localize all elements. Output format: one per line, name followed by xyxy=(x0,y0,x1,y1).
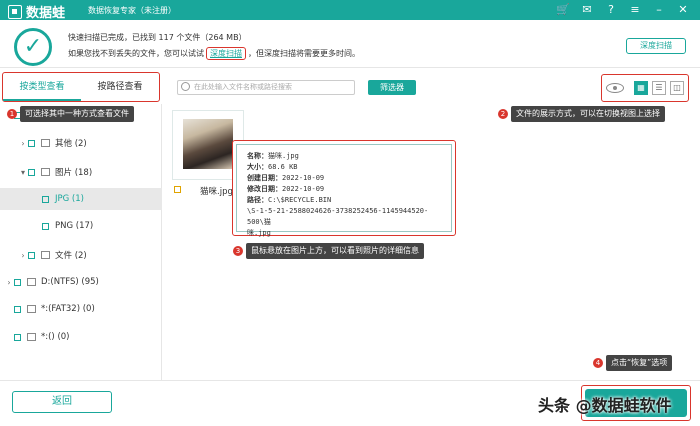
expand-toggle-icon[interactable]: › xyxy=(18,251,28,260)
info-path-line2: \S-1-5-21-2588024626-3738252456-11459445… xyxy=(247,207,429,226)
info-modified-label: 修改日期： xyxy=(247,185,282,193)
list-view-icon[interactable]: ☰ xyxy=(652,81,666,95)
tree-item[interactable]: › 其他 (2) xyxy=(0,132,162,154)
step-badge-3: 3 xyxy=(233,246,243,256)
tree-item-label: 文件 (2) xyxy=(55,251,87,261)
detail-view-icon[interactable]: ◫ xyxy=(670,81,684,95)
file-info-content: 名称：猫咪.jpg 大小：68.6 KB 创建日期：2022-10-09 修改日… xyxy=(236,144,452,237)
folder-icon xyxy=(41,139,50,147)
tree-item[interactable]: ▾ 图片 (18) xyxy=(0,161,162,183)
tree-item[interactable]: *:(FAT32) (0) xyxy=(0,298,162,320)
tree-checkbox[interactable] xyxy=(14,305,21,313)
app-name: 数据蛙 xyxy=(26,6,66,21)
info-path-label: 路径： xyxy=(247,196,268,204)
step-badge-1: 1 xyxy=(7,109,17,119)
tree-checkbox[interactable] xyxy=(14,278,21,286)
tree-item[interactable]: › D:(NTFS) (95) xyxy=(0,271,162,293)
view-tabs: 按类型查看 按路径查看 xyxy=(2,72,160,102)
search-input[interactable]: 在此处输入文件名称或路径搜索 xyxy=(177,80,355,95)
info-path-line3: 咪.jpg xyxy=(247,229,271,237)
tree-item[interactable]: JPG (1) xyxy=(0,188,162,210)
cart-icon[interactable]: 🛒 xyxy=(556,3,570,16)
tree-item[interactable]: › 文件 (2) xyxy=(0,244,162,266)
info-created-label: 创建日期： xyxy=(247,174,282,182)
file-checkbox[interactable] xyxy=(174,186,181,193)
expand-toggle-icon[interactable]: › xyxy=(18,139,28,148)
tree-item[interactable]: *:() (0) xyxy=(0,326,162,348)
info-size-label: 大小： xyxy=(247,163,268,171)
back-button[interactable]: 返回 xyxy=(12,391,112,413)
drive-icon xyxy=(27,305,36,313)
tree-item-label: 其他 (2) xyxy=(55,139,87,149)
search-icon xyxy=(181,82,190,91)
expand-toggle-icon[interactable]: ▾ xyxy=(18,168,28,177)
callout-recover: 点击“恢复”选项 xyxy=(606,355,673,371)
tree-checkbox[interactable] xyxy=(28,168,35,176)
tree-checkbox[interactable] xyxy=(28,139,35,147)
tree-item[interactable]: PNG (17) xyxy=(0,215,162,237)
drive-icon xyxy=(27,333,36,341)
info-path-line1: C:\$RECYCLE.BIN xyxy=(268,196,332,204)
tree-item-label: *:(FAT32) (0) xyxy=(41,304,95,314)
scan-hint-suffix: ，但深度扫描将需要更多时间。 xyxy=(248,49,360,58)
filter-button[interactable]: 筛选器 xyxy=(368,80,416,95)
scan-hint: 如果您找不到丢失的文件，您可以试试 深度扫描 ，但深度扫描将需要更多时间。 xyxy=(68,47,360,60)
logo-icon xyxy=(8,4,22,19)
info-name-value: 猫咪.jpg xyxy=(268,152,299,160)
info-name-label: 名称： xyxy=(247,152,268,160)
deep-scan-link[interactable]: 深度扫描 xyxy=(206,47,246,60)
view-mode-switcher: ▦ ☰ ◫ xyxy=(601,74,689,102)
info-created-row: 创建日期：2022-10-09 xyxy=(247,173,441,184)
info-size-value: 68.6 KB xyxy=(268,163,298,171)
drive-icon xyxy=(27,278,36,286)
app-subtitle: 数据恢复专家（未注册） xyxy=(88,6,176,15)
tree-checkbox[interactable] xyxy=(28,251,35,259)
callout-view-mode: 文件的展示方式，可以在切换视图上选择 xyxy=(511,106,665,122)
callout-tooltip: 鼠标悬放在图片上方，可以看到照片的详细信息 xyxy=(246,243,424,259)
cat-photo-image xyxy=(183,119,233,169)
info-path-row: 路径：C:\$RECYCLE.BIN xyxy=(247,195,441,206)
check-icon: ✓ xyxy=(14,28,52,66)
file-info-tooltip: 名称：猫咪.jpg 大小：68.6 KB 创建日期：2022-10-09 修改日… xyxy=(232,140,456,237)
tree-item-label: D:(NTFS) (95) xyxy=(41,277,99,287)
step-badge-4: 4 xyxy=(593,358,603,368)
expand-toggle-icon[interactable]: › xyxy=(4,278,14,287)
tree-item-label: JPG (1) xyxy=(55,194,84,204)
callout-view-tabs: 可选择其中一种方式查看文件 xyxy=(20,106,134,122)
scan-result-text: 快速扫描已完成，已找到 117 个文件（264 MB） xyxy=(68,33,247,42)
close-icon[interactable]: ✕ xyxy=(676,3,690,16)
minimize-icon[interactable]: – xyxy=(652,3,666,16)
tab-by-path[interactable]: 按路径查看 xyxy=(81,73,159,101)
search-placeholder: 在此处输入文件名称或路径搜索 xyxy=(194,83,292,91)
file-name: 猫咪.jpg xyxy=(200,187,233,197)
window-controls: 🛒 ✉ ? ≡ – ✕ xyxy=(556,3,690,16)
info-modified-row: 修改日期：2022-10-09 xyxy=(247,184,441,195)
info-name-row: 名称：猫咪.jpg xyxy=(247,151,441,162)
tree-item-label: 图片 (18) xyxy=(55,168,93,178)
info-modified-value: 2022-10-09 xyxy=(282,185,325,193)
preview-eye-icon[interactable] xyxy=(606,83,624,93)
folder-icon xyxy=(41,168,50,176)
mail-icon[interactable]: ✉ xyxy=(580,3,594,16)
scan-status-bar: ✓ 快速扫描已完成，已找到 117 个文件（264 MB） 如果您找不到丢失的文… xyxy=(0,20,700,68)
tree-item-label: *:() (0) xyxy=(41,332,70,342)
info-size-row: 大小：68.6 KB xyxy=(247,162,441,173)
info-created-value: 2022-10-09 xyxy=(282,174,325,182)
step-badge-2: 2 xyxy=(498,109,508,119)
app-logo: 数据蛙 xyxy=(8,2,65,21)
help-icon[interactable]: ? xyxy=(604,3,618,16)
tree-checkbox[interactable] xyxy=(42,222,49,230)
deep-scan-button[interactable]: 深度扫描 xyxy=(626,38,686,54)
title-bar: 数据蛙 数据恢复专家（未注册） 🛒 ✉ ? ≡ – ✕ xyxy=(0,0,700,21)
menu-icon[interactable]: ≡ xyxy=(628,3,642,16)
tree-checkbox[interactable] xyxy=(14,333,21,341)
folder-icon xyxy=(41,251,50,259)
scan-hint-prefix: 如果您找不到丢失的文件，您可以试试 xyxy=(68,49,204,58)
watermark-text: 头条 @数据蛙软件 xyxy=(538,396,672,415)
tree-item-label: PNG (17) xyxy=(55,221,94,231)
grid-view-icon[interactable]: ▦ xyxy=(634,81,648,95)
tree-checkbox[interactable] xyxy=(42,195,49,203)
tab-by-type[interactable]: 按类型查看 xyxy=(3,73,81,101)
sidebar-tree: ▾C:(NTFS) (22)›其他 (2)▾图片 (18)JPG (1)PNG … xyxy=(0,104,162,380)
